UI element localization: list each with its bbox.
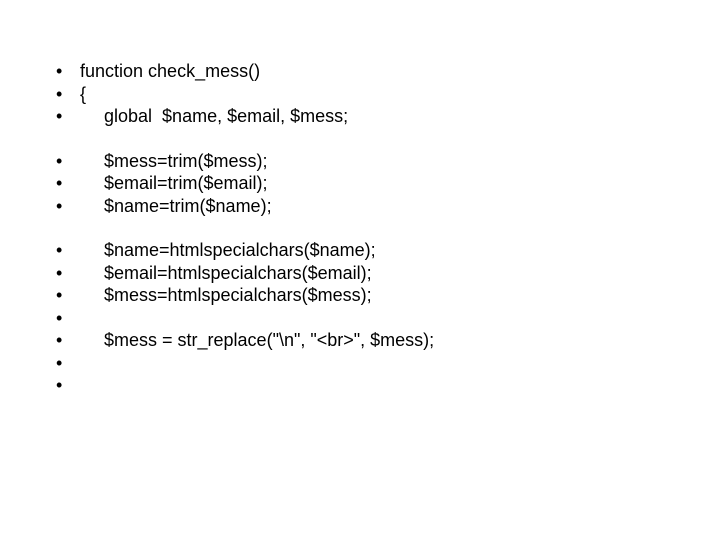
bullet-icon: • xyxy=(56,195,80,218)
code-text: $email=htmlspecialchars($email); xyxy=(80,262,372,285)
code-text: global $name, $email, $mess; xyxy=(80,105,348,128)
bullet-icon: • xyxy=(56,60,80,83)
slide: •function check_mess()•{•global $name, $… xyxy=(0,0,720,540)
code-line: •{ xyxy=(56,83,680,106)
bullet-icon: • xyxy=(56,284,80,307)
bullet-icon: • xyxy=(56,105,80,128)
code-line: •$email=htmlspecialchars($email); xyxy=(56,262,680,285)
bullet-icon: • xyxy=(56,262,80,285)
code-text: function check_mess() xyxy=(80,60,260,83)
code-line: •$mess=htmlspecialchars($mess); xyxy=(56,284,680,307)
code-line: •function check_mess() xyxy=(56,60,680,83)
code-line: • xyxy=(56,374,680,397)
bullet-icon: • xyxy=(56,307,80,330)
code-text: $mess=trim($mess); xyxy=(80,150,268,173)
code-line: • xyxy=(56,352,680,375)
code-text: $mess = str_replace("\n", "<br>", $mess)… xyxy=(80,329,434,352)
code-line: •global $name, $email, $mess; xyxy=(56,105,680,128)
code-text: $mess=htmlspecialchars($mess); xyxy=(80,284,372,307)
group-1: •$mess=trim($mess);•$email=trim($email);… xyxy=(56,150,680,218)
bullet-icon: • xyxy=(56,329,80,352)
bullet-icon: • xyxy=(56,83,80,106)
bullet-icon: • xyxy=(56,374,80,397)
bullet-icon: • xyxy=(56,239,80,262)
code-line: •$name=trim($name); xyxy=(56,195,680,218)
code-text: $email=trim($email); xyxy=(80,172,268,195)
code-line: •$name=htmlspecialchars($name); xyxy=(56,239,680,262)
group-0: •function check_mess()•{•global $name, $… xyxy=(56,60,680,128)
bullet-icon: • xyxy=(56,352,80,375)
bullet-icon: • xyxy=(56,150,80,173)
bullet-icon: • xyxy=(56,172,80,195)
code-text: $name=trim($name); xyxy=(80,195,272,218)
code-line: •$mess=trim($mess); xyxy=(56,150,680,173)
code-line: •$mess = str_replace("\n", "<br>", $mess… xyxy=(56,329,680,352)
code-text: $name=htmlspecialchars($name); xyxy=(80,239,376,262)
group-2: •$name=htmlspecialchars($name);•$email=h… xyxy=(56,239,680,397)
code-line: •$email=trim($email); xyxy=(56,172,680,195)
code-line: • xyxy=(56,307,680,330)
code-text: { xyxy=(80,83,86,106)
